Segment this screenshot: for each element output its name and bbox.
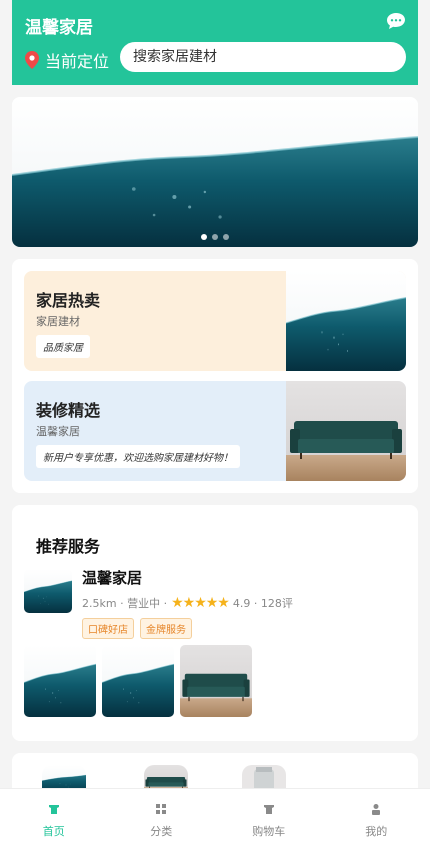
bottom-tab-bar: 首页 分类 购物车 我的	[0, 788, 430, 844]
promo-subtitle: 温馨家居	[36, 425, 80, 438]
promo-section: 家居热卖 家居建材 品质家居 装修精选 温馨家居 新用户专享优惠，欢迎选购家居建…	[12, 259, 418, 493]
carousel-dot[interactable]	[223, 234, 229, 240]
tab-label: 分类	[150, 825, 173, 838]
promo-hot-sale[interactable]: 家居热卖 家居建材 品质家居	[24, 271, 406, 371]
app-title: 温馨家居	[25, 18, 93, 38]
gallery-image[interactable]	[180, 645, 252, 717]
promo-tag: 品质家居	[36, 335, 90, 358]
store-reviews: 128评	[260, 597, 293, 610]
promo-subtitle: 家居建材	[36, 315, 80, 328]
store-thumbnail[interactable]	[24, 569, 72, 613]
promo-tag: 新用户专享优惠，欢迎选购家居建材好物！	[36, 445, 240, 468]
section-title: 推荐服务	[36, 537, 101, 556]
tab-home[interactable]: 首页	[0, 789, 108, 844]
store-tags: 口碑好店 金牌服务	[82, 618, 192, 639]
store-rating: 4.9	[232, 596, 251, 610]
promo-title: 家居热卖	[36, 291, 101, 310]
carousel-dots	[201, 234, 229, 240]
home-icon	[48, 805, 59, 814]
carousel-dot[interactable]	[212, 234, 218, 240]
store-tag: 口碑好店	[82, 618, 134, 639]
banner-image	[12, 97, 418, 247]
carousel-dot[interactable]	[201, 234, 207, 240]
header: 温馨家居 当前定位 搜索家居建材	[12, 0, 418, 85]
chat-icon[interactable]	[386, 12, 406, 30]
gallery-image[interactable]	[102, 645, 174, 717]
promo-title: 装修精选	[36, 401, 101, 420]
separator: ·	[116, 596, 128, 610]
tab-label: 首页	[42, 825, 65, 838]
cart-icon	[263, 805, 274, 814]
store-name[interactable]: 温馨家居	[82, 567, 142, 588]
store-status: 营业中	[127, 597, 161, 610]
store-distance: 2.5km	[82, 596, 117, 610]
app-screen: 温馨家居 当前定位 搜索家居建材 家居热卖 家居建材 品质家居 装修精选 温馨家…	[0, 0, 430, 844]
store-meta: 2.5km · 营业中 · ★★★★★ 4.9 · 128评	[82, 595, 293, 611]
promo-renovation[interactable]: 装修精选 温馨家居 新用户专享优惠，欢迎选购家居建材好物！	[24, 381, 406, 481]
profile-icon	[372, 804, 381, 815]
store-gallery	[24, 645, 252, 717]
gallery-image[interactable]	[24, 645, 96, 717]
store-tag: 金牌服务	[140, 618, 192, 639]
tab-label: 购物车	[252, 825, 286, 838]
tab-cart[interactable]: 购物车	[215, 789, 323, 844]
promo-image	[286, 271, 406, 371]
banner-carousel[interactable]	[12, 97, 418, 247]
location-selector[interactable]: 当前定位	[25, 48, 109, 72]
search-input[interactable]: 搜索家居建材	[120, 42, 406, 72]
star-rating-icon: ★★★★★	[171, 595, 230, 611]
location-label: 当前定位	[45, 52, 110, 71]
tab-category[interactable]: 分类	[108, 789, 216, 844]
tab-label: 我的	[365, 825, 388, 838]
promo-image	[286, 381, 406, 481]
tab-profile[interactable]: 我的	[323, 789, 430, 844]
separator: ·	[250, 596, 261, 610]
category-icon	[156, 804, 167, 814]
location-pin-icon	[25, 51, 39, 69]
recommended-services: 推荐服务 温馨家居 2.5km · 营业中 · ★★★★★ 4.9 · 128评…	[12, 505, 418, 741]
separator: ·	[160, 596, 168, 610]
